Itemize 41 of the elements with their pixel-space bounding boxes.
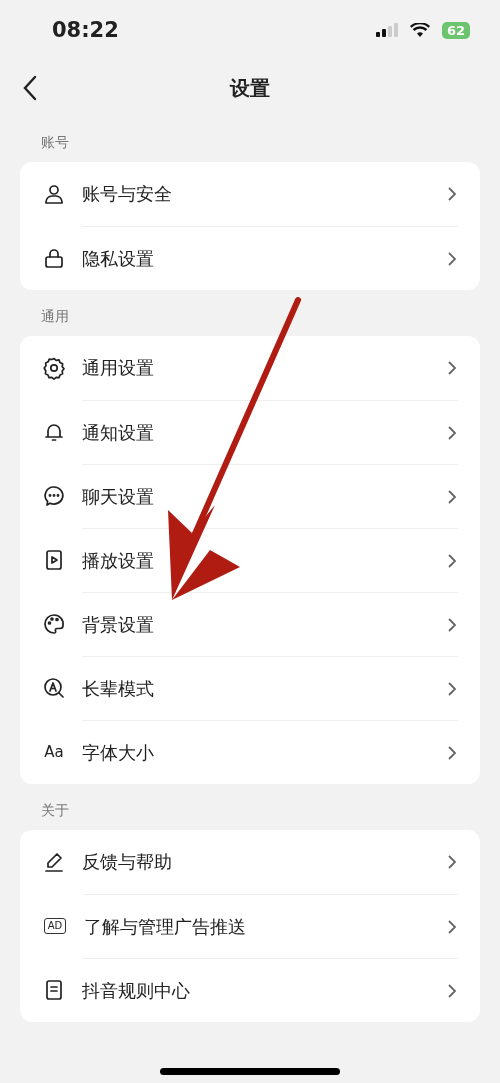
chevron-icon (446, 616, 458, 633)
section-header: 关于 (40, 801, 69, 820)
chevron-icon (446, 680, 458, 697)
section-header: 通用 (40, 307, 69, 326)
chevron-icon (446, 552, 458, 569)
settings-item[interactable]: 播放设置 (82, 548, 154, 573)
chat-icon (42, 484, 66, 508)
chevron-icon (446, 186, 458, 202)
page-title: 设置 (230, 74, 270, 102)
settings-item[interactable]: 隐私设置 (82, 246, 154, 271)
chevron-icon (446, 854, 458, 870)
ad-icon: AD (44, 918, 66, 934)
wifi-icon (409, 22, 430, 38)
pen-icon (42, 850, 66, 874)
settings-item[interactable]: 通用设置 (82, 356, 154, 380)
settings-item[interactable]: 账号与安全 (82, 182, 172, 206)
palette-icon (42, 612, 66, 636)
chevron-icon (446, 424, 458, 441)
signal-icon (375, 23, 398, 37)
chevron-icon (446, 488, 458, 505)
battery-indicator: 62 (441, 21, 470, 39)
settings-item[interactable]: 了解与管理广告推送 (84, 914, 246, 939)
font-size-icon: Aa (42, 743, 66, 761)
chevron-icon (446, 918, 458, 935)
section-header: 账号 (40, 133, 69, 152)
user-icon (42, 182, 66, 206)
chevron-icon (446, 360, 458, 376)
lock-icon (42, 246, 66, 270)
chevron-icon (446, 250, 458, 267)
settings-item[interactable]: 通知设置 (82, 420, 154, 445)
magnifier-icon (42, 676, 66, 700)
status-time: 08:22 (52, 18, 120, 42)
settings-item[interactable]: 抖音规则中心 (82, 978, 190, 1003)
settings-icon (42, 356, 66, 380)
settings-item[interactable]: 字体大小 (82, 740, 154, 765)
settings-item[interactable]: 反馈与帮助 (82, 850, 172, 874)
settings-item[interactable]: 长辈模式 (82, 676, 154, 701)
settings-item[interactable]: 背景设置 (82, 612, 154, 637)
settings-item[interactable]: 聊天设置 (82, 484, 154, 509)
chevron-icon (446, 982, 458, 999)
chevron-icon (446, 744, 458, 761)
